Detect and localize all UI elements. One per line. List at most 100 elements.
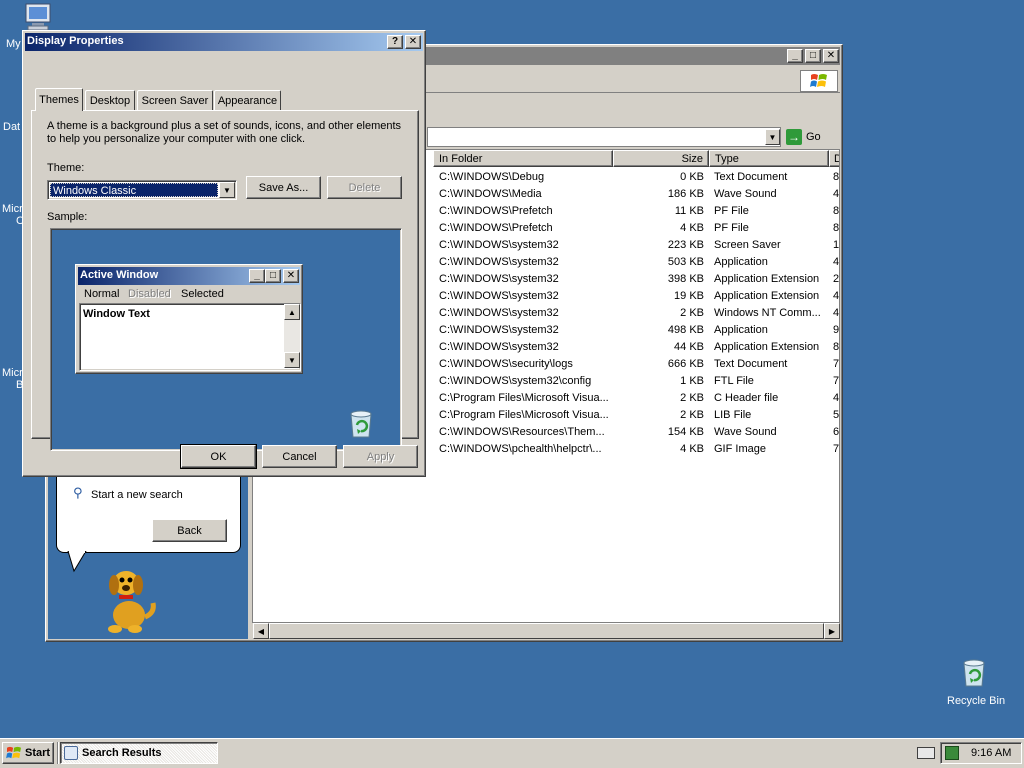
start-new-search-link[interactable]: Start a new search: [91, 489, 183, 501]
row-size: 2 KB: [680, 409, 704, 421]
my-computer-icon[interactable]: [22, 2, 56, 32]
sample-maximize-icon: □: [265, 269, 281, 283]
taskbar-button-search-results[interactable]: Search Results: [60, 742, 218, 764]
taskbar: Start Search Results 9:16 AM: [0, 738, 1024, 768]
row-folder: C:\WINDOWS\system32: [439, 324, 559, 336]
back-button[interactable]: Back: [152, 519, 227, 542]
sample-scroll-down-icon: ▼: [284, 352, 300, 368]
address-dropdown-button[interactable]: ▼: [765, 129, 780, 145]
search-results-icon: [64, 746, 78, 760]
row-d: 7: [833, 443, 840, 455]
search-companion-dog-icon[interactable]: [101, 563, 161, 635]
theme-sample-preview: Active Window _ □ ✕ Normal Disabled Sele…: [50, 228, 402, 451]
column-header-type[interactable]: Type: [709, 150, 829, 167]
row-d: 2: [833, 273, 840, 285]
sample-label: Sample:: [47, 211, 88, 223]
clock[interactable]: 9:16 AM: [971, 747, 1011, 759]
row-size: 4 KB: [680, 443, 704, 455]
apply-button[interactable]: Apply: [343, 445, 418, 468]
row-folder: C:\Program Files\Microsoft Visua...: [439, 409, 609, 421]
microsoft-icon-label-1[interactable]: Micr: [2, 203, 23, 215]
row-d: 8: [833, 341, 840, 353]
row-size: 223 KB: [667, 239, 704, 251]
tab-screen-saver[interactable]: Screen Saver: [137, 90, 213, 110]
row-type: PF File: [714, 205, 749, 217]
minimize-button[interactable]: _: [787, 49, 803, 63]
row-type: Wave Sound: [714, 426, 777, 438]
dialog-titlebar[interactable]: Display Properties: [25, 33, 423, 51]
themes-description: A theme is a background plus a set of so…: [47, 120, 402, 145]
taskbar-task-label: Search Results: [82, 747, 162, 759]
row-folder: C:\WINDOWS\system32: [439, 256, 559, 268]
start-label: Start: [25, 747, 51, 759]
minimize-icon: _: [792, 50, 798, 61]
column-header-in-folder[interactable]: In Folder: [433, 150, 613, 167]
row-d: 4: [833, 392, 840, 404]
ok-button[interactable]: OK: [180, 444, 257, 469]
row-type: Text Document: [714, 171, 788, 183]
sample-title: Active Window: [80, 269, 159, 281]
data-icon-label[interactable]: Dat: [3, 121, 20, 133]
windows-logo-icon: [800, 70, 838, 92]
balloon-tail: [67, 551, 87, 573]
dialog-close-button[interactable]: ✕: [405, 35, 421, 49]
column-header-size[interactable]: Size: [613, 150, 709, 167]
delete-button[interactable]: Delete: [327, 176, 402, 199]
cancel-button[interactable]: Cancel: [262, 445, 337, 468]
scroll-thumb[interactable]: [269, 623, 824, 639]
tab-appearance[interactable]: Appearance: [214, 90, 281, 110]
row-folder: C:\WINDOWS\Debug: [439, 171, 545, 183]
row-type: Screen Saver: [714, 239, 781, 251]
row-d: 4: [833, 307, 840, 319]
theme-select[interactable]: Windows Classic ▼: [47, 180, 237, 200]
save-as-button[interactable]: Save As...: [246, 176, 321, 199]
row-size: 398 KB: [667, 273, 704, 285]
chevron-down-icon: ▼: [768, 132, 777, 142]
start-button[interactable]: Start: [2, 742, 54, 764]
row-folder: C:\WINDOWS\system32: [439, 341, 559, 353]
row-size: 44 KB: [674, 341, 704, 353]
row-d: 9: [833, 324, 840, 336]
row-folder: C:\WINDOWS\Prefetch: [439, 222, 553, 234]
row-folder: C:\WINDOWS\security\logs: [439, 358, 573, 370]
maximize-button[interactable]: □: [805, 49, 821, 63]
taskbar-separator: [57, 742, 59, 764]
row-folder: C:\Program Files\Microsoft Visua...: [439, 392, 609, 404]
scroll-left-button[interactable]: ◀: [253, 623, 269, 639]
row-size: 11 KB: [674, 205, 704, 217]
keyboard-icon[interactable]: [917, 747, 935, 759]
row-size: 503 KB: [667, 256, 704, 268]
scroll-right-button[interactable]: ▶: [824, 623, 840, 639]
address-bar-field[interactable]: [427, 127, 781, 147]
recycle-bin-icon[interactable]: [958, 656, 990, 688]
column-header-d[interactable]: D: [829, 150, 839, 167]
arrow-right-icon: ▶: [828, 626, 836, 636]
tab-themes[interactable]: Themes: [35, 88, 83, 111]
go-arrow-icon: →: [786, 129, 802, 145]
row-type: Application: [714, 324, 768, 336]
row-size: 186 KB: [667, 188, 704, 200]
sample-menu-normal: Normal: [84, 288, 120, 300]
row-size: 19 KB: [674, 290, 704, 302]
row-d: 1: [833, 239, 840, 251]
my-computer-label[interactable]: My: [6, 38, 21, 50]
tab-desktop[interactable]: Desktop: [85, 90, 135, 110]
row-type: FTL File: [714, 375, 754, 387]
network-icon[interactable]: [945, 746, 959, 760]
row-folder: C:\WINDOWS\system32: [439, 273, 559, 285]
go-button[interactable]: → Go: [786, 127, 832, 147]
row-size: 0 KB: [680, 171, 704, 183]
close-button[interactable]: ✕: [823, 49, 839, 63]
row-d: 8: [833, 171, 840, 183]
row-type: PF File: [714, 222, 749, 234]
sample-close-icon: ✕: [283, 269, 299, 283]
theme-dropdown-button[interactable]: ▼: [219, 182, 235, 198]
row-type: Application Extension: [714, 341, 820, 353]
recycle-bin-label[interactable]: Recycle Bin: [947, 695, 1005, 707]
row-size: 2 KB: [680, 307, 704, 319]
themes-tab-panel: A theme is a background plus a set of so…: [31, 110, 419, 451]
help-button[interactable]: ?: [387, 35, 403, 49]
horizontal-scrollbar[interactable]: ◀ ▶: [253, 623, 840, 639]
microsoft-icon-label-2[interactable]: Micr: [2, 367, 23, 379]
row-size: 498 KB: [667, 324, 704, 336]
